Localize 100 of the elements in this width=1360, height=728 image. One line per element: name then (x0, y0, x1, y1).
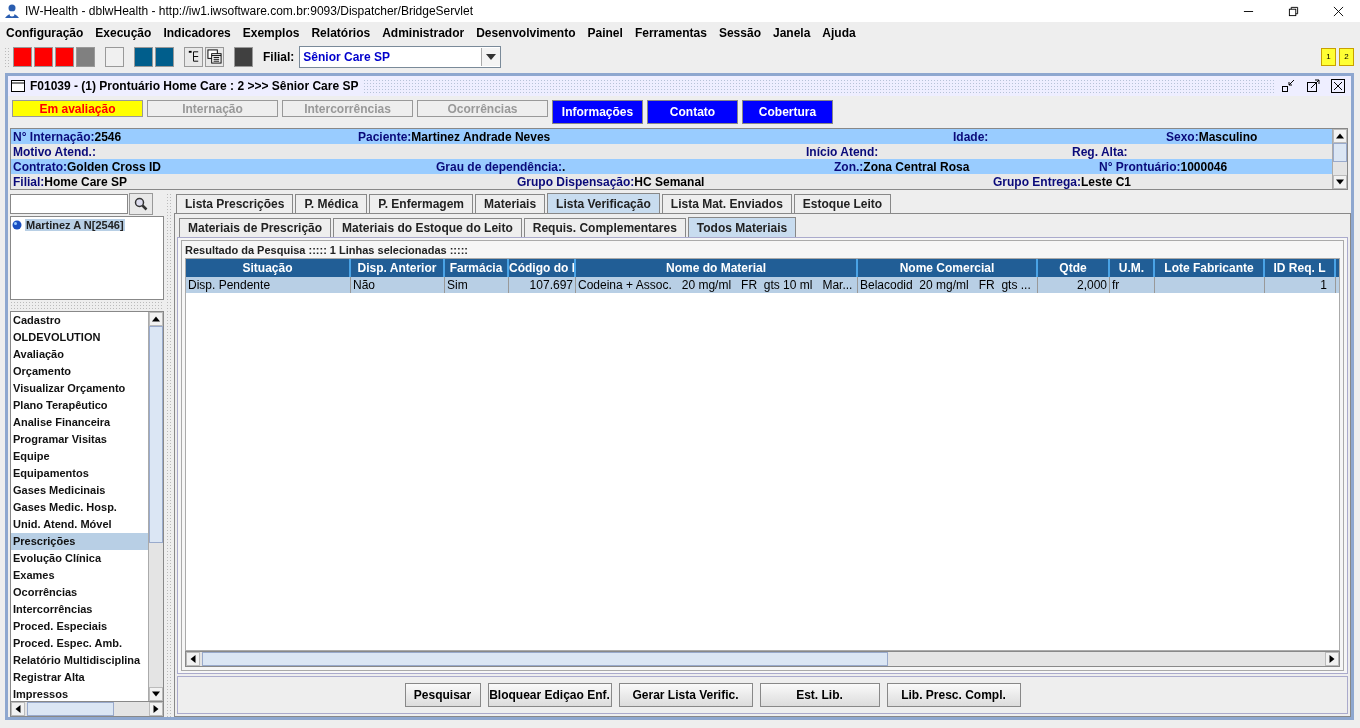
side-menu-item[interactable]: Orçamento (11, 363, 148, 380)
menu-item[interactable]: Execução (95, 26, 152, 40)
side-menu-item[interactable]: Visualizar Orçamento (11, 380, 148, 397)
info-field: Sexo:Masculino (1166, 129, 1332, 144)
dark-button[interactable] (234, 46, 253, 67)
menu-item[interactable]: Sessão (718, 26, 761, 40)
side-menu-item[interactable]: Impressos (11, 686, 148, 701)
scroll-left-button[interactable] (11, 702, 25, 716)
horizontal-scrollbar[interactable] (10, 702, 164, 717)
side-menu-item[interactable]: Equipamentos (11, 465, 148, 482)
info-field: N° Internação:2546 (13, 129, 358, 144)
window-number-button[interactable]: 2 (1339, 47, 1354, 66)
menu-item[interactable]: Ajuda (822, 26, 856, 40)
toolbar-button[interactable] (34, 46, 53, 67)
side-menu-item[interactable]: Gases Medicinais (11, 482, 148, 499)
patient-item[interactable]: Martinez A N[2546] (25, 219, 125, 231)
scroll-right-button[interactable] (149, 702, 163, 716)
side-menu-item[interactable]: Analise Financeira (11, 414, 148, 431)
info-field: Grau de dependência:. (436, 159, 834, 174)
action-button[interactable]: Lib. Presc. Compl. (886, 683, 1021, 707)
scrollbar-thumb[interactable] (27, 702, 114, 716)
table-row[interactable]: Disp. Pendente Não Sim 107.697 Codeina + Assoc. 20 mg/ml FR gts 10 ml Mar... Belacodid 20 mg/ml FR gts ... 2,000 fr 1 (186, 277, 1339, 293)
scrollbar-thumb[interactable] (202, 652, 889, 666)
side-menu-item[interactable]: Cadastro (11, 312, 148, 329)
restore-icon[interactable] (1288, 5, 1299, 17)
table-cell: 1 (1320, 278, 1327, 292)
tab[interactable]: Lista Verificação (547, 193, 660, 213)
tab[interactable]: Todos Materiais (687, 217, 797, 237)
tab[interactable]: Estoque Leito (793, 194, 892, 213)
scrollbar-thumb[interactable] (1333, 143, 1347, 163)
scroll-up-button[interactable] (149, 312, 163, 326)
horizontal-scrollbar[interactable] (185, 651, 1340, 667)
status-button[interactable]: Cobertura (742, 100, 833, 124)
scrollbar-thumb[interactable] (149, 326, 163, 543)
action-button[interactable]: Gerar Lista Verific. (618, 683, 753, 707)
close-icon[interactable] (1333, 5, 1344, 17)
toolbar-button[interactable] (155, 46, 174, 67)
tab[interactable]: Lista Prescrições (176, 194, 294, 213)
side-menu-item[interactable]: Ocorrências (11, 584, 148, 601)
side-menu-item[interactable]: Proced. Espec. Amb. (11, 635, 148, 652)
menu-item[interactable]: Janela (772, 26, 811, 40)
menu-item[interactable]: Ferramentas (634, 26, 707, 40)
side-menu-item[interactable]: Registrar Alta (11, 669, 148, 686)
toolbar-button[interactable] (76, 46, 95, 67)
side-menu-item[interactable]: Plano Terapêutico (11, 397, 148, 414)
search-icon (134, 197, 148, 211)
scroll-down-button[interactable] (1333, 175, 1347, 189)
side-menu-item[interactable]: Equipe (11, 448, 148, 465)
action-button[interactable]: Est. Lib. (759, 683, 880, 707)
menu-item[interactable]: Configuração (6, 26, 84, 40)
windows-button[interactable] (205, 46, 224, 67)
side-menu-item[interactable]: Gases Medic. Hosp. (11, 499, 148, 516)
status-button[interactable]: Informações (552, 100, 643, 124)
scroll-right-button[interactable] (1325, 652, 1339, 666)
maximize-icon[interactable] (1306, 79, 1320, 93)
side-menu-item[interactable]: Prescrições (11, 533, 148, 550)
filial-dropdown[interactable]: Sênior Care SP (299, 45, 502, 68)
toolbar-button[interactable] (134, 46, 153, 67)
up-arrow-icon (152, 315, 160, 323)
table-cell: 107.697 (529, 278, 573, 292)
iconify-icon[interactable] (1281, 79, 1295, 93)
right-arrow-icon (1328, 655, 1336, 663)
tab[interactable]: P. Enfermagem (369, 194, 474, 213)
menu-item[interactable]: Relatórios (311, 26, 371, 40)
action-button[interactable]: Pesquisar (404, 683, 481, 707)
scroll-left-button[interactable] (186, 652, 200, 666)
action-button[interactable]: Bloquear Ediçao Enf. (487, 683, 612, 707)
side-menu-item[interactable]: OLDEVOLUTION (11, 329, 148, 346)
tab[interactable]: Lista Mat. Enviados (661, 194, 792, 213)
tree-view-button[interactable] (184, 46, 203, 67)
side-menu-item[interactable]: Relatório Multidisciplina (11, 652, 148, 669)
search-field[interactable] (10, 194, 128, 214)
side-menu-item[interactable]: Evolução Clínica (11, 550, 148, 567)
side-menu-item[interactable]: Avaliação (11, 346, 148, 363)
tab[interactable]: Materiais do Estoque do Leito (333, 218, 522, 237)
tab[interactable]: Requis. Complementares (523, 218, 686, 237)
window-number-button[interactable]: 1 (1321, 47, 1336, 66)
side-menu-item[interactable]: Programar Visitas (11, 431, 148, 448)
tab[interactable]: P. Médica (295, 194, 368, 213)
close-icon[interactable] (1331, 79, 1345, 93)
toolbar-button[interactable] (55, 46, 74, 67)
splitter-grip[interactable] (166, 193, 172, 717)
menu-item[interactable]: Exemplos (242, 26, 300, 40)
toolbar-button[interactable] (13, 46, 32, 67)
tab[interactable]: Materiais (475, 194, 546, 213)
splitter-grip[interactable] (10, 301, 164, 310)
side-menu-item[interactable]: Exames (11, 567, 148, 584)
menu-item[interactable]: Desenvolvimento (476, 26, 576, 40)
scroll-down-button[interactable] (149, 687, 163, 701)
status-button[interactable]: Contato (647, 100, 738, 124)
status-button[interactable]: Em avaliação (12, 100, 143, 117)
menu-item[interactable]: Administrador (382, 26, 465, 40)
side-menu-item[interactable]: Proced. Especiais (11, 618, 148, 635)
side-menu-item[interactable]: Intercorrências (11, 601, 148, 618)
search-button[interactable] (129, 193, 153, 215)
side-menu-item[interactable]: Unid. Atend. Móvel (11, 516, 148, 533)
scroll-up-button[interactable] (1333, 129, 1347, 143)
menu-item[interactable]: Indicadores (163, 26, 231, 40)
tab[interactable]: Materiais de Prescrição (179, 218, 332, 237)
menu-item[interactable]: Painel (587, 26, 623, 40)
